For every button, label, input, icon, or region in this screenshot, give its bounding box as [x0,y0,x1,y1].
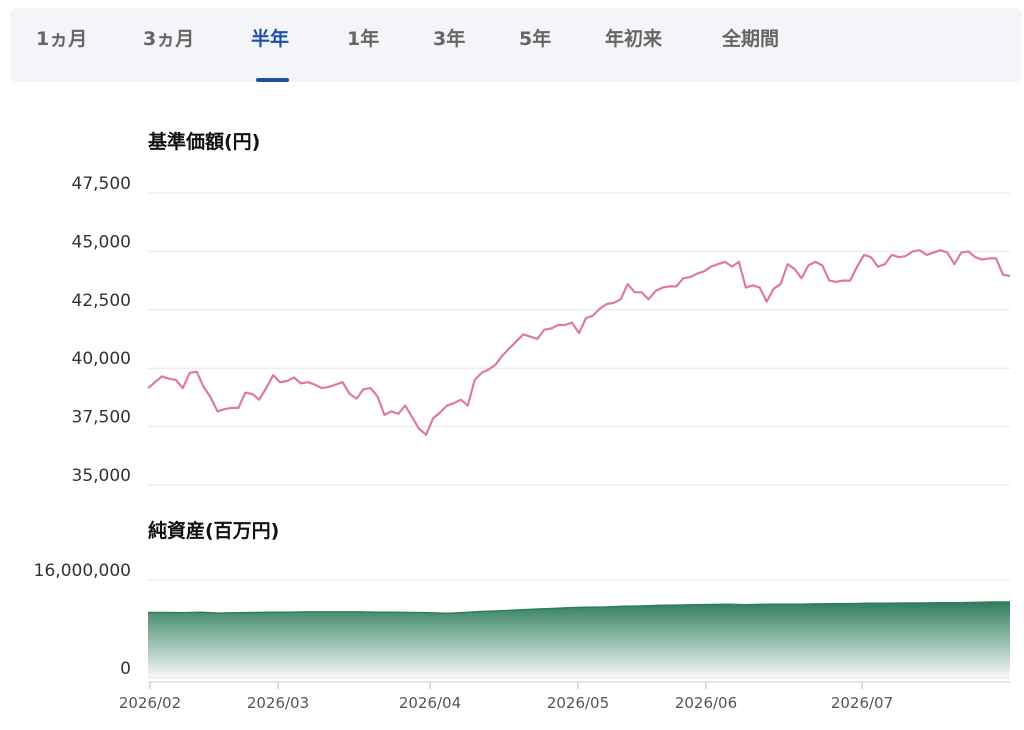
x-tick-label: 2026/05 [547,694,609,712]
chart-canvas: 基準価額(円) 47,500 45,000 42,500 40,000 37,500 35… [34,130,1011,712]
x-tick-label: 2026/07 [831,694,893,712]
x-tick-label: 2026/02 [119,694,181,712]
price-y-axis: 47,500 45,000 42,500 40,000 37,500 35,000 [72,174,131,486]
price-grid [148,192,1010,486]
price-y-tick-label: 42,500 [72,291,131,311]
price-y-tick-label: 45,000 [72,232,131,252]
nav-y-tick-label: 0 [120,659,131,679]
price-chart-title: 基準価額(円) [147,130,260,153]
nav-y-tick-label: 16,000,000 [34,561,131,581]
x-tick-label: 2026/06 [675,694,737,712]
nav-area [148,602,1010,678]
x-tick-label: 2026/04 [399,694,461,712]
x-tick-label: 2026/03 [247,694,309,712]
price-y-tick-label: 40,000 [72,349,131,369]
price-y-tick-label: 35,000 [72,466,131,486]
price-line [147,249,1011,436]
nav-chart-title: 純資産(百万円) [148,519,279,542]
nav-y-axis: 16,000,000 0 [34,561,131,679]
x-axis: 2026/02 2026/03 2026/04 2026/05 2026/06 2026/… [119,682,893,712]
price-y-tick-label: 47,500 [72,174,131,194]
price-y-tick-label: 37,500 [72,408,131,428]
